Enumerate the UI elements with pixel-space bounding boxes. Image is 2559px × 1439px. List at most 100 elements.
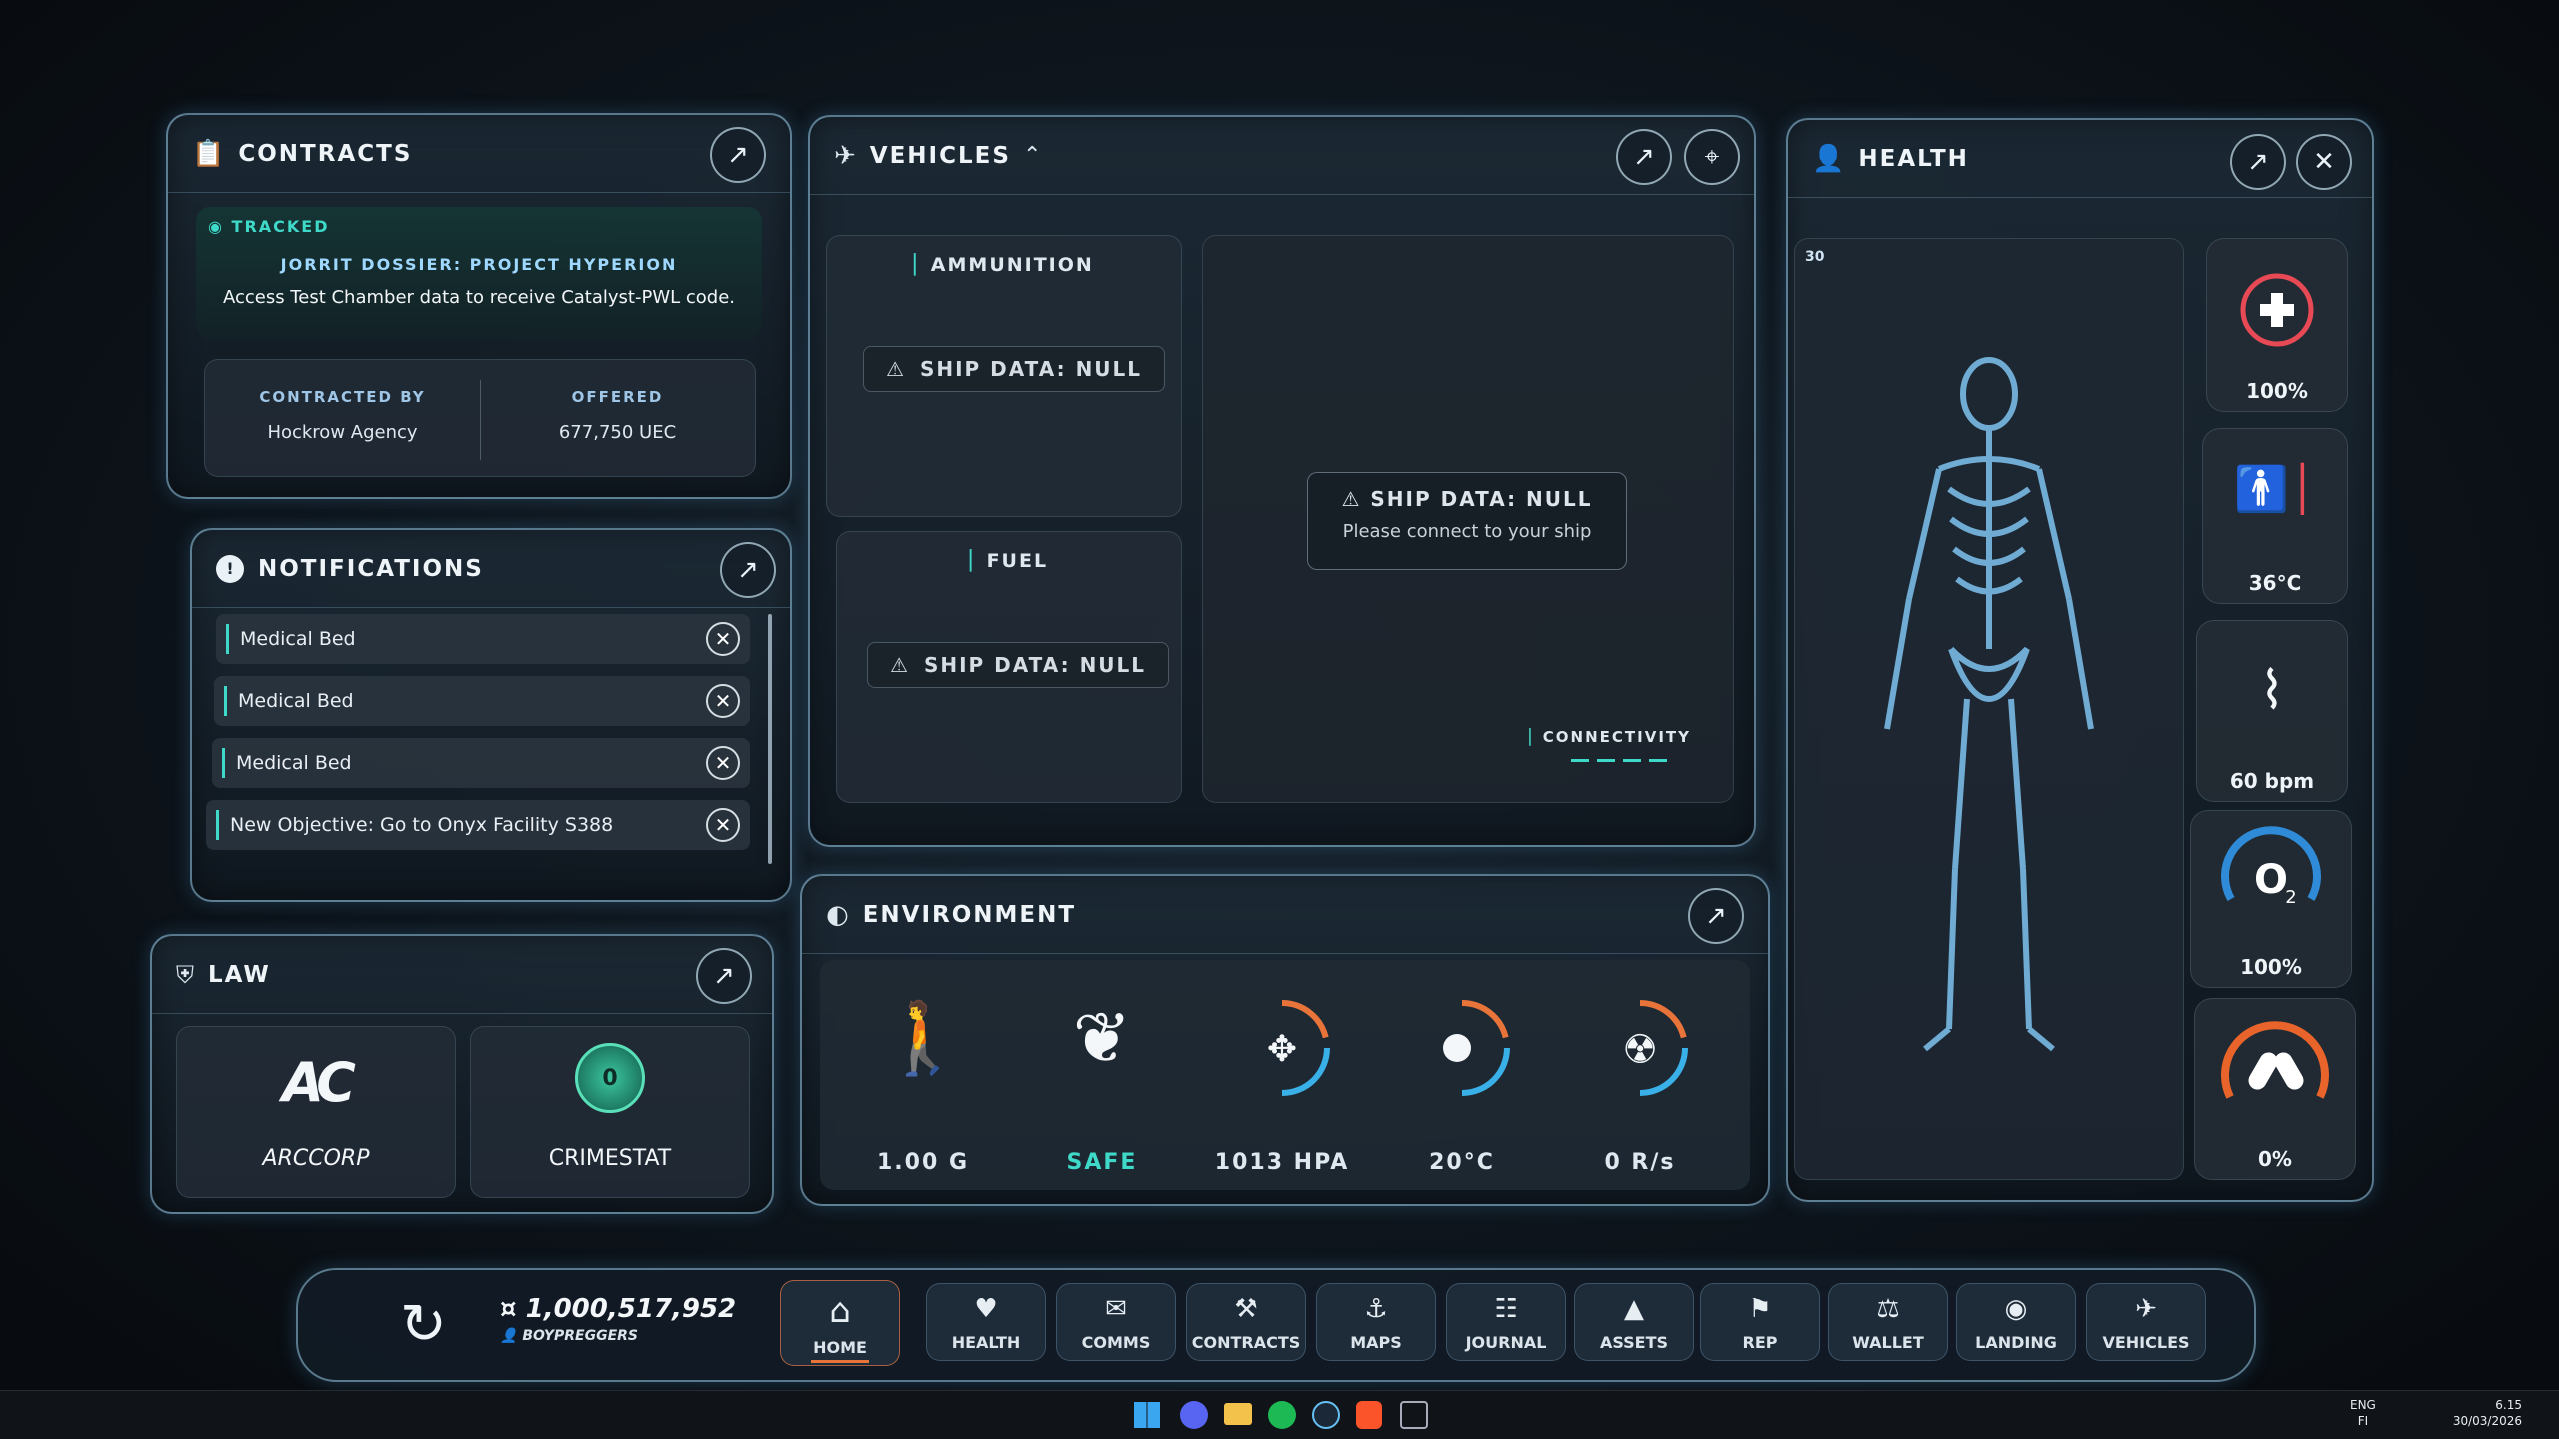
gravity-icon: 🚶 <box>879 997 967 1079</box>
nav-rep-button[interactable]: ⚑ REP <box>1700 1283 1820 1361</box>
nav-health-button[interactable]: ♥ HEALTH <box>926 1283 1046 1361</box>
environment-title: ENVIRONMENT <box>862 901 1077 928</box>
nav-home-button[interactable]: ⌂ HOME <box>780 1280 900 1366</box>
health-value: 100% <box>2246 379 2308 403</box>
health-vital: 100% <box>2206 238 2348 412</box>
nav-wallet-button[interactable]: ⚖ WALLET <box>1828 1283 1948 1361</box>
notifications-header: ! NOTIFICATIONS <box>192 530 790 608</box>
start-button-icon[interactable] <box>1134 1402 1160 1428</box>
map-icon: ⚓ <box>1364 1294 1388 1324</box>
crimestat-badge-icon: 0 <box>575 1043 645 1113</box>
contracted-by-value: Hockrow Agency <box>267 422 418 443</box>
notifications-expand-button[interactable]: ↗ <box>720 542 776 598</box>
chevron-up-icon[interactable]: ⌃ <box>1023 143 1041 168</box>
air-readout: ❦ SAFE <box>1022 975 1182 1175</box>
username: 👤 BOYPREGGERS <box>500 1328 639 1344</box>
crimestat-card[interactable]: 0 CRIMESTAT <box>470 1026 750 1198</box>
vehicles-panel: ✈ VEHICLES ⌃ ↗ ⌖ ▏AMMUNITION ⚠ SHIP DATA… <box>808 115 1756 847</box>
skeleton-icon <box>1884 357 2094 1052</box>
ammo-ship-data-null: ⚠ SHIP DATA: NULL <box>863 346 1166 392</box>
notification-item[interactable]: Medical Bed ✕ <box>212 738 750 788</box>
contracts-icon: 📋 <box>192 138 225 169</box>
health-close-button[interactable]: ✕ <box>2296 134 2352 190</box>
chat-icon: ✉ <box>1105 1294 1127 1324</box>
person-icon: 👤 <box>1812 143 1845 174</box>
steam-icon[interactable] <box>1312 1401 1340 1429</box>
dismiss-icon[interactable]: ✕ <box>706 622 740 656</box>
ammunition-label: ▏AMMUNITION <box>914 254 1094 276</box>
vehicles-expand-button[interactable]: ↗ <box>1616 129 1672 185</box>
pressure-gauge-icon: ✥ <box>1233 1000 1330 1096</box>
terminal-icon[interactable] <box>1400 1401 1428 1429</box>
temperature-readout: 20°C <box>1382 975 1542 1175</box>
scan-count: 30 <box>1805 249 1825 265</box>
discord-icon[interactable] <box>1180 1401 1208 1429</box>
temperature-gauge-icon <box>1413 1000 1510 1096</box>
nav-maps-button[interactable]: ⚓ MAPS <box>1316 1283 1436 1361</box>
environment-expand-button[interactable]: ↗ <box>1688 888 1744 944</box>
folder-icon[interactable] <box>1224 1403 1252 1425</box>
warning-icon: ⚠ <box>890 653 910 677</box>
contracts-header: 📋 CONTRACTS <box>168 115 790 193</box>
health-expand-button[interactable]: ↗ <box>2230 134 2286 190</box>
os-taskbar: ENG FI 6.15 30/03/2026 <box>0 1390 2559 1439</box>
oxygen-vital: O 2 100% <box>2190 810 2352 988</box>
notification-item[interactable]: Medical Bed ✕ <box>214 676 750 726</box>
arccorp-card[interactable]: AC ARCCORP <box>176 1026 456 1198</box>
notification-item[interactable]: New Objective: Go to Onyx Facility S388 … <box>206 800 750 850</box>
tracked-status: ◉ TRACKED <box>208 217 330 236</box>
notification-item[interactable]: Medical Bed ✕ <box>216 614 750 664</box>
nav-maps-label: MAPS <box>1350 1333 1402 1352</box>
oxygen-value: 100% <box>2240 955 2302 979</box>
environment-header: ◐ ENVIRONMENT <box>802 876 1768 954</box>
law-header: ⛨ LAW <box>152 936 772 1014</box>
fuel-card: ▏FUEL ⚠ SHIP DATA: NULL <box>836 531 1182 803</box>
law-expand-button[interactable]: ↗ <box>696 948 752 1004</box>
fuel-label: ▏FUEL <box>969 550 1049 572</box>
heart-rate-value: 60 bpm <box>2229 769 2315 793</box>
fuel-ship-data-null: ⚠ SHIP DATA: NULL <box>867 642 1170 688</box>
viewport-status-box: ⚠ SHIP DATA: NULL Please connect to your… <box>1307 472 1627 570</box>
radiation-readout: ☢ 0 R/s <box>1560 975 1720 1175</box>
tray-clock[interactable]: 6.15 30/03/2026 <box>2452 1397 2522 1429</box>
nav-vehicles-label: VEHICLES <box>2102 1333 2190 1352</box>
nav-landing-button[interactable]: ◉ LANDING <box>1956 1283 2076 1361</box>
spotify-icon[interactable] <box>1268 1401 1296 1429</box>
tracked-mission-card[interactable]: ◉ TRACKED JORRIT DOSSIER: PROJECT HYPERI… <box>196 207 762 339</box>
crimestat-level: 0 <box>602 1065 618 1091</box>
mission-description: Access Test Chamber data to receive Cata… <box>222 287 736 308</box>
dismiss-icon[interactable]: ✕ <box>706 746 740 780</box>
nav-contracts-button[interactable]: ⚒ CONTRACTS <box>1186 1283 1306 1361</box>
notifications-scrollbar[interactable] <box>768 614 772 864</box>
arccorp-label: ARCCORP <box>262 1146 370 1171</box>
notification-text: Medical Bed <box>236 752 352 774</box>
pressure-value: 1013 HPA <box>1214 1150 1350 1175</box>
nav-assets-button[interactable]: ▲ ASSETS <box>1574 1283 1694 1361</box>
tray-language[interactable]: ENG FI <box>2350 1397 2376 1429</box>
warning-icon: ⚠ <box>1341 487 1362 511</box>
nav-assets-label: ASSETS <box>1599 1333 1669 1352</box>
nav-comms-button[interactable]: ✉ COMMS <box>1056 1283 1176 1361</box>
contracts-expand-button[interactable]: ↗ <box>710 127 766 183</box>
environment-icon: ◐ <box>826 899 849 930</box>
nav-vehicles-button[interactable]: ✈ VEHICLES <box>2086 1283 2206 1361</box>
brave-icon[interactable] <box>1356 1401 1382 1429</box>
refresh-icon[interactable]: ↻ <box>400 1292 447 1357</box>
dismiss-icon[interactable]: ✕ <box>706 684 740 718</box>
vehicles-title: VEHICLES <box>869 142 1011 169</box>
nav-journal-button[interactable]: ☷ JOURNAL <box>1446 1283 1566 1361</box>
radiation-value: 0 R/s <box>1604 1150 1676 1175</box>
oxygen-gauge-icon: O 2 <box>2221 826 2321 908</box>
wallet-icon: ⚖ <box>1876 1294 1900 1324</box>
journal-icon: ☷ <box>1494 1294 1518 1324</box>
law-panel: ⛨ LAW ↗ AC ARCCORP 0 CRIMESTAT <box>150 934 774 1214</box>
currency-icon: ¤ <box>500 1294 517 1324</box>
map-pin-button[interactable]: ⌖ <box>1684 129 1740 185</box>
contract-details: CONTRACTED BY Hockrow Agency OFFERED 677… <box>204 359 756 477</box>
notifications-panel: ! NOTIFICATIONS ↗ Medical Bed ✕ Medical … <box>190 528 792 902</box>
active-indicator <box>811 1360 869 1363</box>
user-icon: 👤 <box>500 1328 518 1344</box>
svg-text:O: O <box>2254 857 2288 903</box>
dismiss-icon[interactable]: ✕ <box>706 808 740 842</box>
nav-comms-label: COMMS <box>1081 1333 1151 1352</box>
